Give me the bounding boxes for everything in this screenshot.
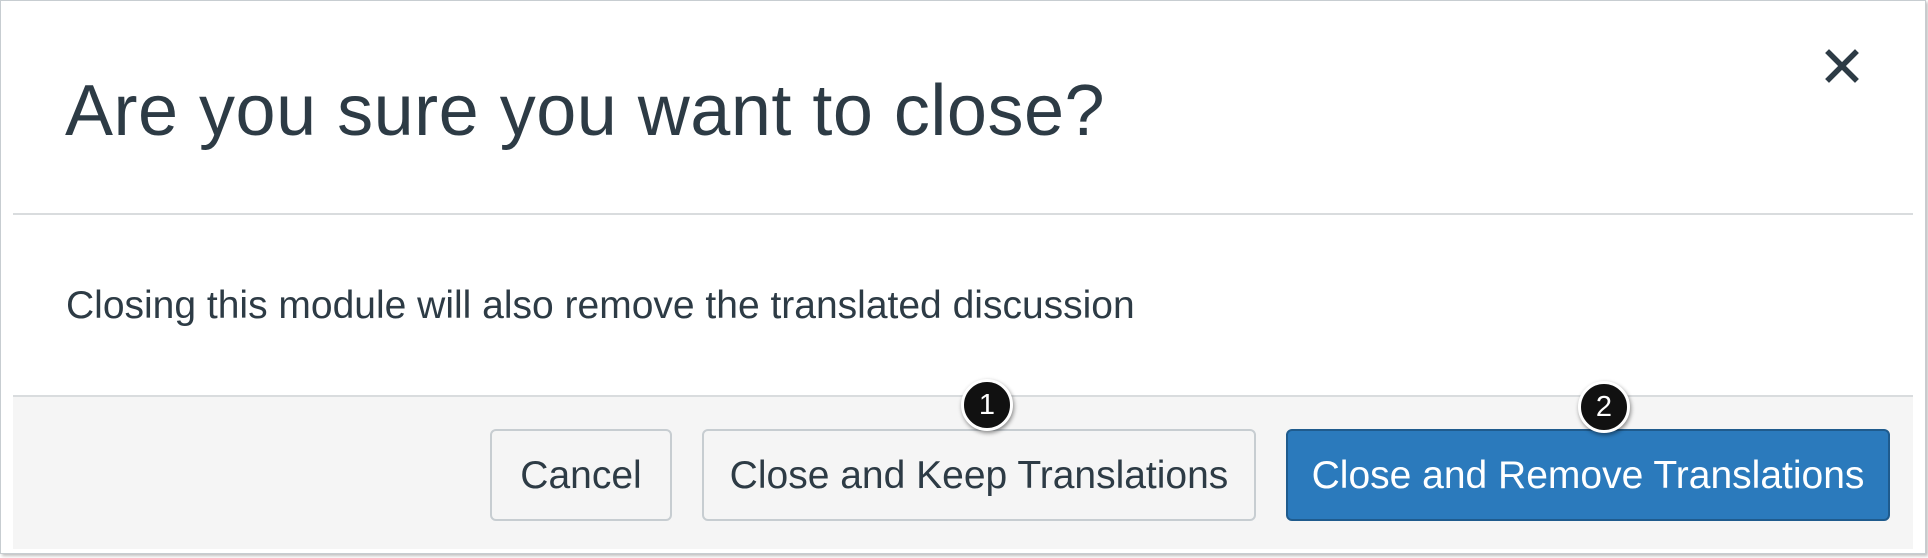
dialog-header: Are you sure you want to close? — [13, 1, 1913, 215]
close-and-remove-translations-button[interactable]: Close and Remove Translations — [1286, 429, 1890, 521]
close-and-keep-translations-button[interactable]: Close and Keep Translations — [702, 429, 1256, 521]
dialog-footer: Cancel Close and Keep Translations Close… — [13, 395, 1913, 549]
cancel-button[interactable]: Cancel — [490, 429, 672, 521]
dialog-message: Closing this module will also remove the… — [66, 284, 1135, 327]
callout-marker-2: 2 — [1578, 381, 1630, 433]
close-icon[interactable] — [1821, 45, 1863, 87]
close-confirmation-dialog: Are you sure you want to close? Closing … — [0, 0, 1926, 554]
callout-marker-1: 1 — [961, 379, 1013, 431]
dialog-title: Are you sure you want to close? — [65, 71, 1106, 151]
